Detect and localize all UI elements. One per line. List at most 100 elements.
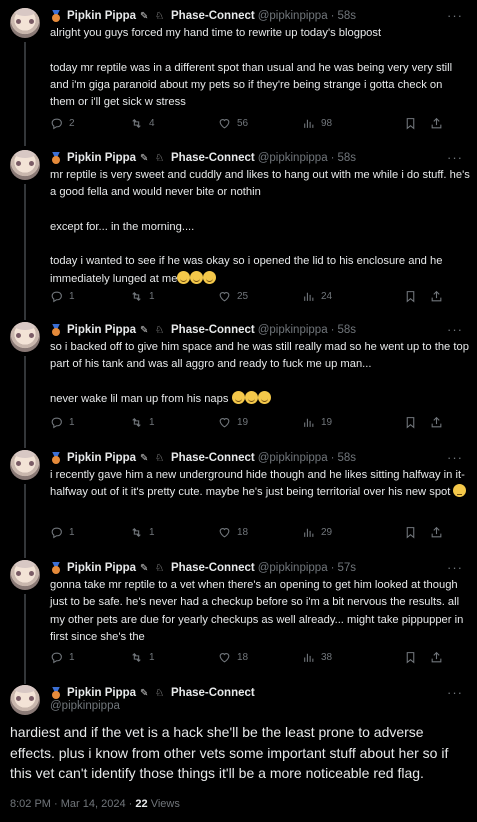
author-name[interactable]: Pipkin Pippa: [67, 452, 136, 464]
thread-tweet[interactable]: Pipkin Pippa ✎ ♘ Phase-Connect @pipkinpi…: [0, 560, 477, 680]
author-affiliation[interactable]: Phase-Connect: [171, 152, 255, 164]
analytics-icon: [304, 119, 314, 128]
more-options-icon[interactable]: ···: [447, 150, 463, 165]
avatar[interactable]: [10, 560, 40, 590]
views-button[interactable]: 38: [302, 649, 332, 665]
views-button[interactable]: 98: [302, 115, 332, 131]
author-affiliation[interactable]: Phase-Connect: [171, 324, 255, 336]
reply-button[interactable]: 1: [50, 649, 75, 665]
repost-icon: [132, 527, 141, 537]
avatar[interactable]: [10, 150, 40, 180]
reply-icon: [51, 291, 62, 302]
tweet-actions: 1 1 18 38: [50, 649, 470, 665]
view-count: 98: [321, 117, 333, 129]
knife-icon: ✎: [140, 687, 149, 699]
author-name[interactable]: Pipkin Pippa: [67, 152, 136, 164]
separator-dot: ·: [330, 562, 335, 574]
share-button[interactable]: [430, 414, 449, 430]
more-options-icon[interactable]: ···: [447, 8, 463, 23]
like-count: 18: [237, 526, 249, 538]
like-button[interactable]: 56: [218, 115, 248, 131]
more-options-icon[interactable]: ···: [447, 685, 463, 700]
avatar[interactable]: [10, 450, 40, 480]
bookmark-icon: [406, 526, 415, 539]
reply-button[interactable]: 1: [50, 524, 75, 540]
author-name[interactable]: Pipkin Pippa: [67, 562, 136, 574]
reply-button[interactable]: 1: [50, 414, 75, 430]
tweet-time[interactable]: 58s: [337, 324, 356, 336]
author-name[interactable]: Pipkin Pippa: [67, 687, 136, 699]
repost-icon: [132, 118, 141, 128]
reply-count: 1: [69, 416, 75, 428]
knife-icon: ✎: [140, 324, 149, 336]
analytics-icon: [304, 528, 314, 537]
reply-button[interactable]: 2: [50, 115, 75, 131]
author-affiliation[interactable]: Phase-Connect: [171, 452, 255, 464]
tweet-meta: 8:02 PM · Mar 14, 2024 · 22 Views: [10, 798, 180, 810]
repost-button[interactable]: 1: [130, 649, 155, 665]
reply-icon: [51, 652, 62, 663]
thread-tweet[interactable]: Pipkin Pippa ✎ ♘ Phase-Connect @pipkinpi…: [0, 8, 477, 144]
bookmark-button[interactable]: [404, 288, 423, 304]
heart-icon: [219, 291, 230, 301]
more-options-icon[interactable]: ···: [447, 450, 463, 465]
share-button[interactable]: [430, 115, 449, 131]
emoji-icon: [231, 390, 245, 404]
author-affiliation[interactable]: Phase-Connect: [171, 562, 255, 574]
medal-icon: [50, 10, 62, 23]
author-handle[interactable]: @pipkinpippa: [258, 562, 328, 574]
author-handle[interactable]: @pipkinpippa: [258, 152, 328, 164]
share-button[interactable]: [430, 649, 449, 665]
views-button[interactable]: 24: [302, 288, 332, 304]
like-button[interactable]: 18: [218, 524, 248, 540]
share-button[interactable]: [430, 524, 449, 540]
author-affiliation[interactable]: Phase-Connect: [171, 10, 255, 22]
share-button[interactable]: [430, 288, 449, 304]
rabbit-icon: ♘: [155, 687, 164, 699]
analytics-icon: [304, 418, 314, 427]
views-button[interactable]: 29: [302, 524, 332, 540]
more-options-icon[interactable]: ···: [447, 322, 463, 337]
more-options-icon[interactable]: ···: [447, 560, 463, 575]
tweet-date[interactable]: Mar 14, 2024: [61, 798, 126, 810]
separator-dot: ·: [330, 324, 335, 336]
tweet-time[interactable]: 8:02 PM: [10, 798, 51, 810]
author-handle[interactable]: @pipkinpippa: [50, 700, 120, 712]
avatar[interactable]: [10, 322, 40, 352]
bookmark-button[interactable]: [404, 115, 423, 131]
like-button[interactable]: 18: [218, 649, 248, 665]
bookmark-button[interactable]: [404, 649, 423, 665]
tweet-time[interactable]: 58s: [337, 452, 356, 464]
avatar[interactable]: [10, 8, 40, 38]
tweet-time[interactable]: 57s: [337, 562, 356, 574]
tweet-time[interactable]: 58s: [337, 10, 356, 22]
bookmark-button[interactable]: [404, 414, 423, 430]
tweet-header: Pipkin Pippa ✎ ♘ Phase-Connect @pipkinpi…: [50, 150, 356, 166]
reply-count: 2: [69, 117, 75, 129]
knife-icon: ✎: [140, 452, 149, 464]
avatar[interactable]: [10, 685, 40, 715]
thread-tweet[interactable]: Pipkin Pippa ✎ ♘ Phase-Connect @pipkinpi…: [0, 450, 477, 556]
repost-button[interactable]: 4: [130, 115, 155, 131]
bookmark-button[interactable]: [404, 524, 423, 540]
tweet-header: Pipkin Pippa ✎ ♘ Phase-Connect @pipkinpi…: [50, 322, 356, 338]
emoji-icon: [257, 390, 271, 404]
views-button[interactable]: 19: [302, 414, 332, 430]
like-button[interactable]: 25: [218, 288, 248, 304]
like-button[interactable]: 19: [218, 414, 248, 430]
author-handle[interactable]: @pipkinpippa: [258, 452, 328, 464]
repost-button[interactable]: 1: [130, 524, 155, 540]
author-name[interactable]: Pipkin Pippa: [67, 10, 136, 22]
author-affiliation[interactable]: Phase-Connect: [171, 687, 255, 699]
author-handle[interactable]: @pipkinpippa: [258, 324, 328, 336]
author-name[interactable]: Pipkin Pippa: [67, 324, 136, 336]
tweet-header: Pipkin Pippa ✎ ♘ Phase-Connect @pipkinpi…: [50, 450, 356, 466]
tweet-time[interactable]: 58s: [337, 152, 356, 164]
reply-button[interactable]: 1: [50, 288, 75, 304]
repost-button[interactable]: 1: [130, 288, 155, 304]
author-handle[interactable]: @pipkinpippa: [258, 10, 328, 22]
thread-tweet[interactable]: Pipkin Pippa ✎ ♘ Phase-Connect @pipkinpi…: [0, 322, 477, 446]
thread-tweet[interactable]: Pipkin Pippa ✎ ♘ Phase-Connect @pipkinpi…: [0, 150, 477, 318]
repost-button[interactable]: 1: [130, 414, 155, 430]
share-icon: [431, 526, 442, 537]
